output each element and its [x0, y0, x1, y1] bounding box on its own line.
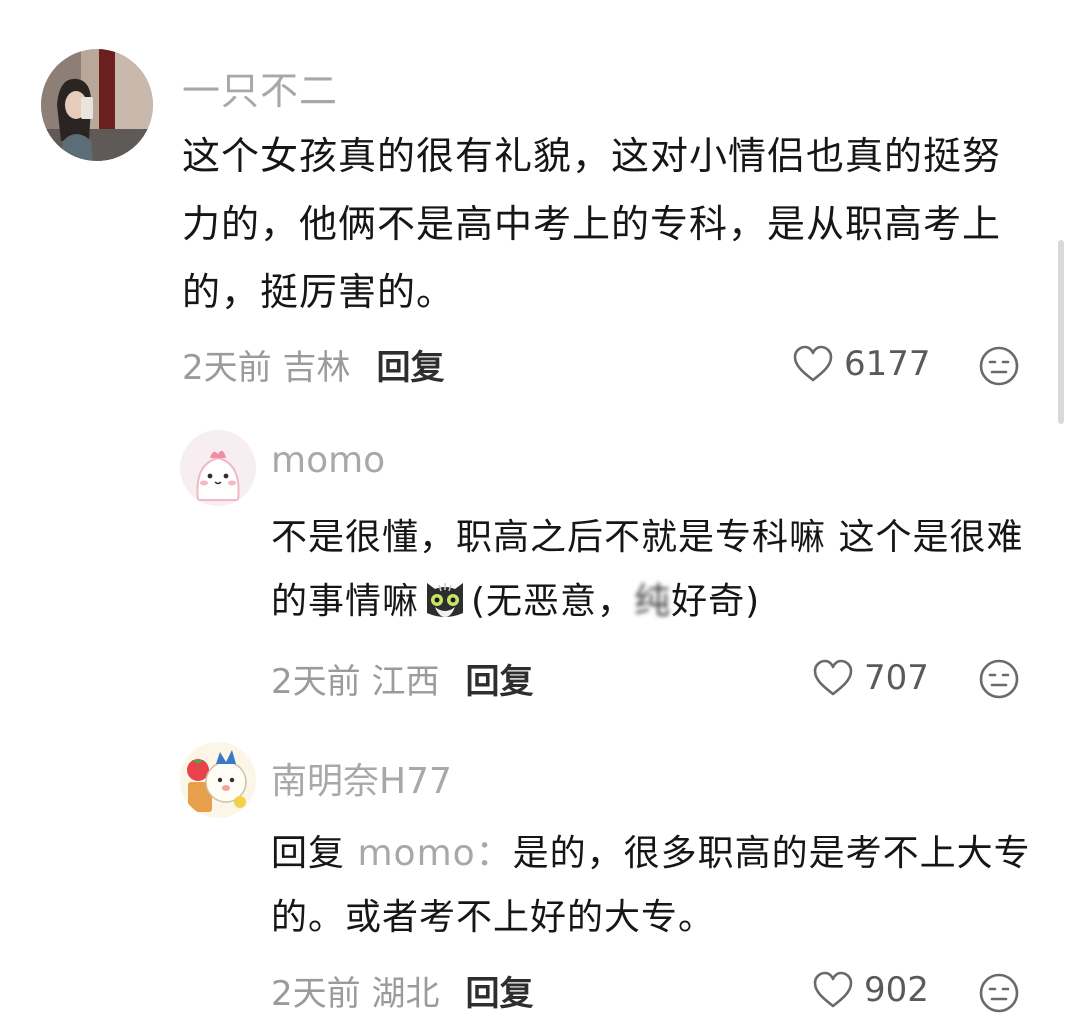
meh-face-icon: [979, 659, 1019, 699]
like-button[interactable]: 902: [812, 970, 929, 1010]
reply-button[interactable]: 回复: [376, 340, 444, 389]
comment-text: 回复 momo：是的，很多职高的是考不上大专的。或者考不上好的大专。: [271, 822, 1041, 950]
comment-meta: 2天前 吉林 回复: [182, 344, 444, 388]
comment-text-part: (无恶意，: [471, 581, 635, 622]
meh-face-icon: [979, 346, 1019, 386]
dislike-button[interactable]: [978, 345, 1020, 391]
cartoon-avatar-strawberry-icon: [180, 742, 256, 818]
like-count: 902: [864, 970, 929, 1010]
meh-face-icon: [979, 973, 1019, 1013]
comment-meta: 2天前 湖北 回复: [271, 970, 533, 1014]
time-location: 2天前 吉林: [182, 347, 351, 388]
dislike-button[interactable]: [978, 658, 1020, 704]
comment-text-part: 好奇): [671, 581, 761, 622]
like-button[interactable]: 6177: [792, 344, 931, 384]
like-count: 707: [864, 658, 929, 698]
scrollbar[interactable]: [1058, 240, 1064, 424]
photo-avatar-girl-icon: [41, 49, 153, 161]
time-location: 2天前 江西: [271, 661, 440, 702]
heart-icon: [813, 971, 853, 1008]
comment-list: 一只不二 这个女孩真的很有礼貌，这对小情侣也真的挺努力的，他俩不是高中考上的专科…: [0, 0, 1079, 1035]
avatar[interactable]: [180, 430, 256, 506]
mention-username[interactable]: momo：: [357, 833, 512, 874]
comment-text: 不是很懂，职高之后不就是专科嘛 这个是很难的事情嘛 (无恶意，纯好奇): [271, 506, 1041, 634]
time-location: 2天前 湖北: [271, 973, 440, 1014]
heart-icon: [813, 659, 853, 696]
heart-icon: [793, 345, 833, 382]
reply-button[interactable]: 回复: [465, 966, 533, 1015]
username[interactable]: 南明奈H77: [271, 752, 452, 804]
pink-cartoon-avatar-icon: [180, 430, 256, 506]
avatar[interactable]: [41, 49, 153, 161]
username[interactable]: momo: [271, 440, 385, 481]
reply-button[interactable]: 回复: [465, 654, 533, 703]
like-button[interactable]: 707: [812, 658, 929, 698]
comment-text: 这个女孩真的很有礼貌，这对小情侣也真的挺努力的，他俩不是高中考上的专科，是从职高…: [182, 134, 1002, 314]
cat-emoji-icon: [427, 583, 464, 617]
comment-meta: 2天前 江西 回复: [271, 658, 533, 702]
dislike-button[interactable]: [978, 972, 1020, 1018]
avatar[interactable]: [180, 742, 256, 818]
reply-prefix: 回复: [271, 833, 346, 874]
blurred-text: 纯: [634, 581, 672, 622]
like-count: 6177: [844, 344, 931, 384]
username[interactable]: 一只不二: [182, 60, 338, 115]
